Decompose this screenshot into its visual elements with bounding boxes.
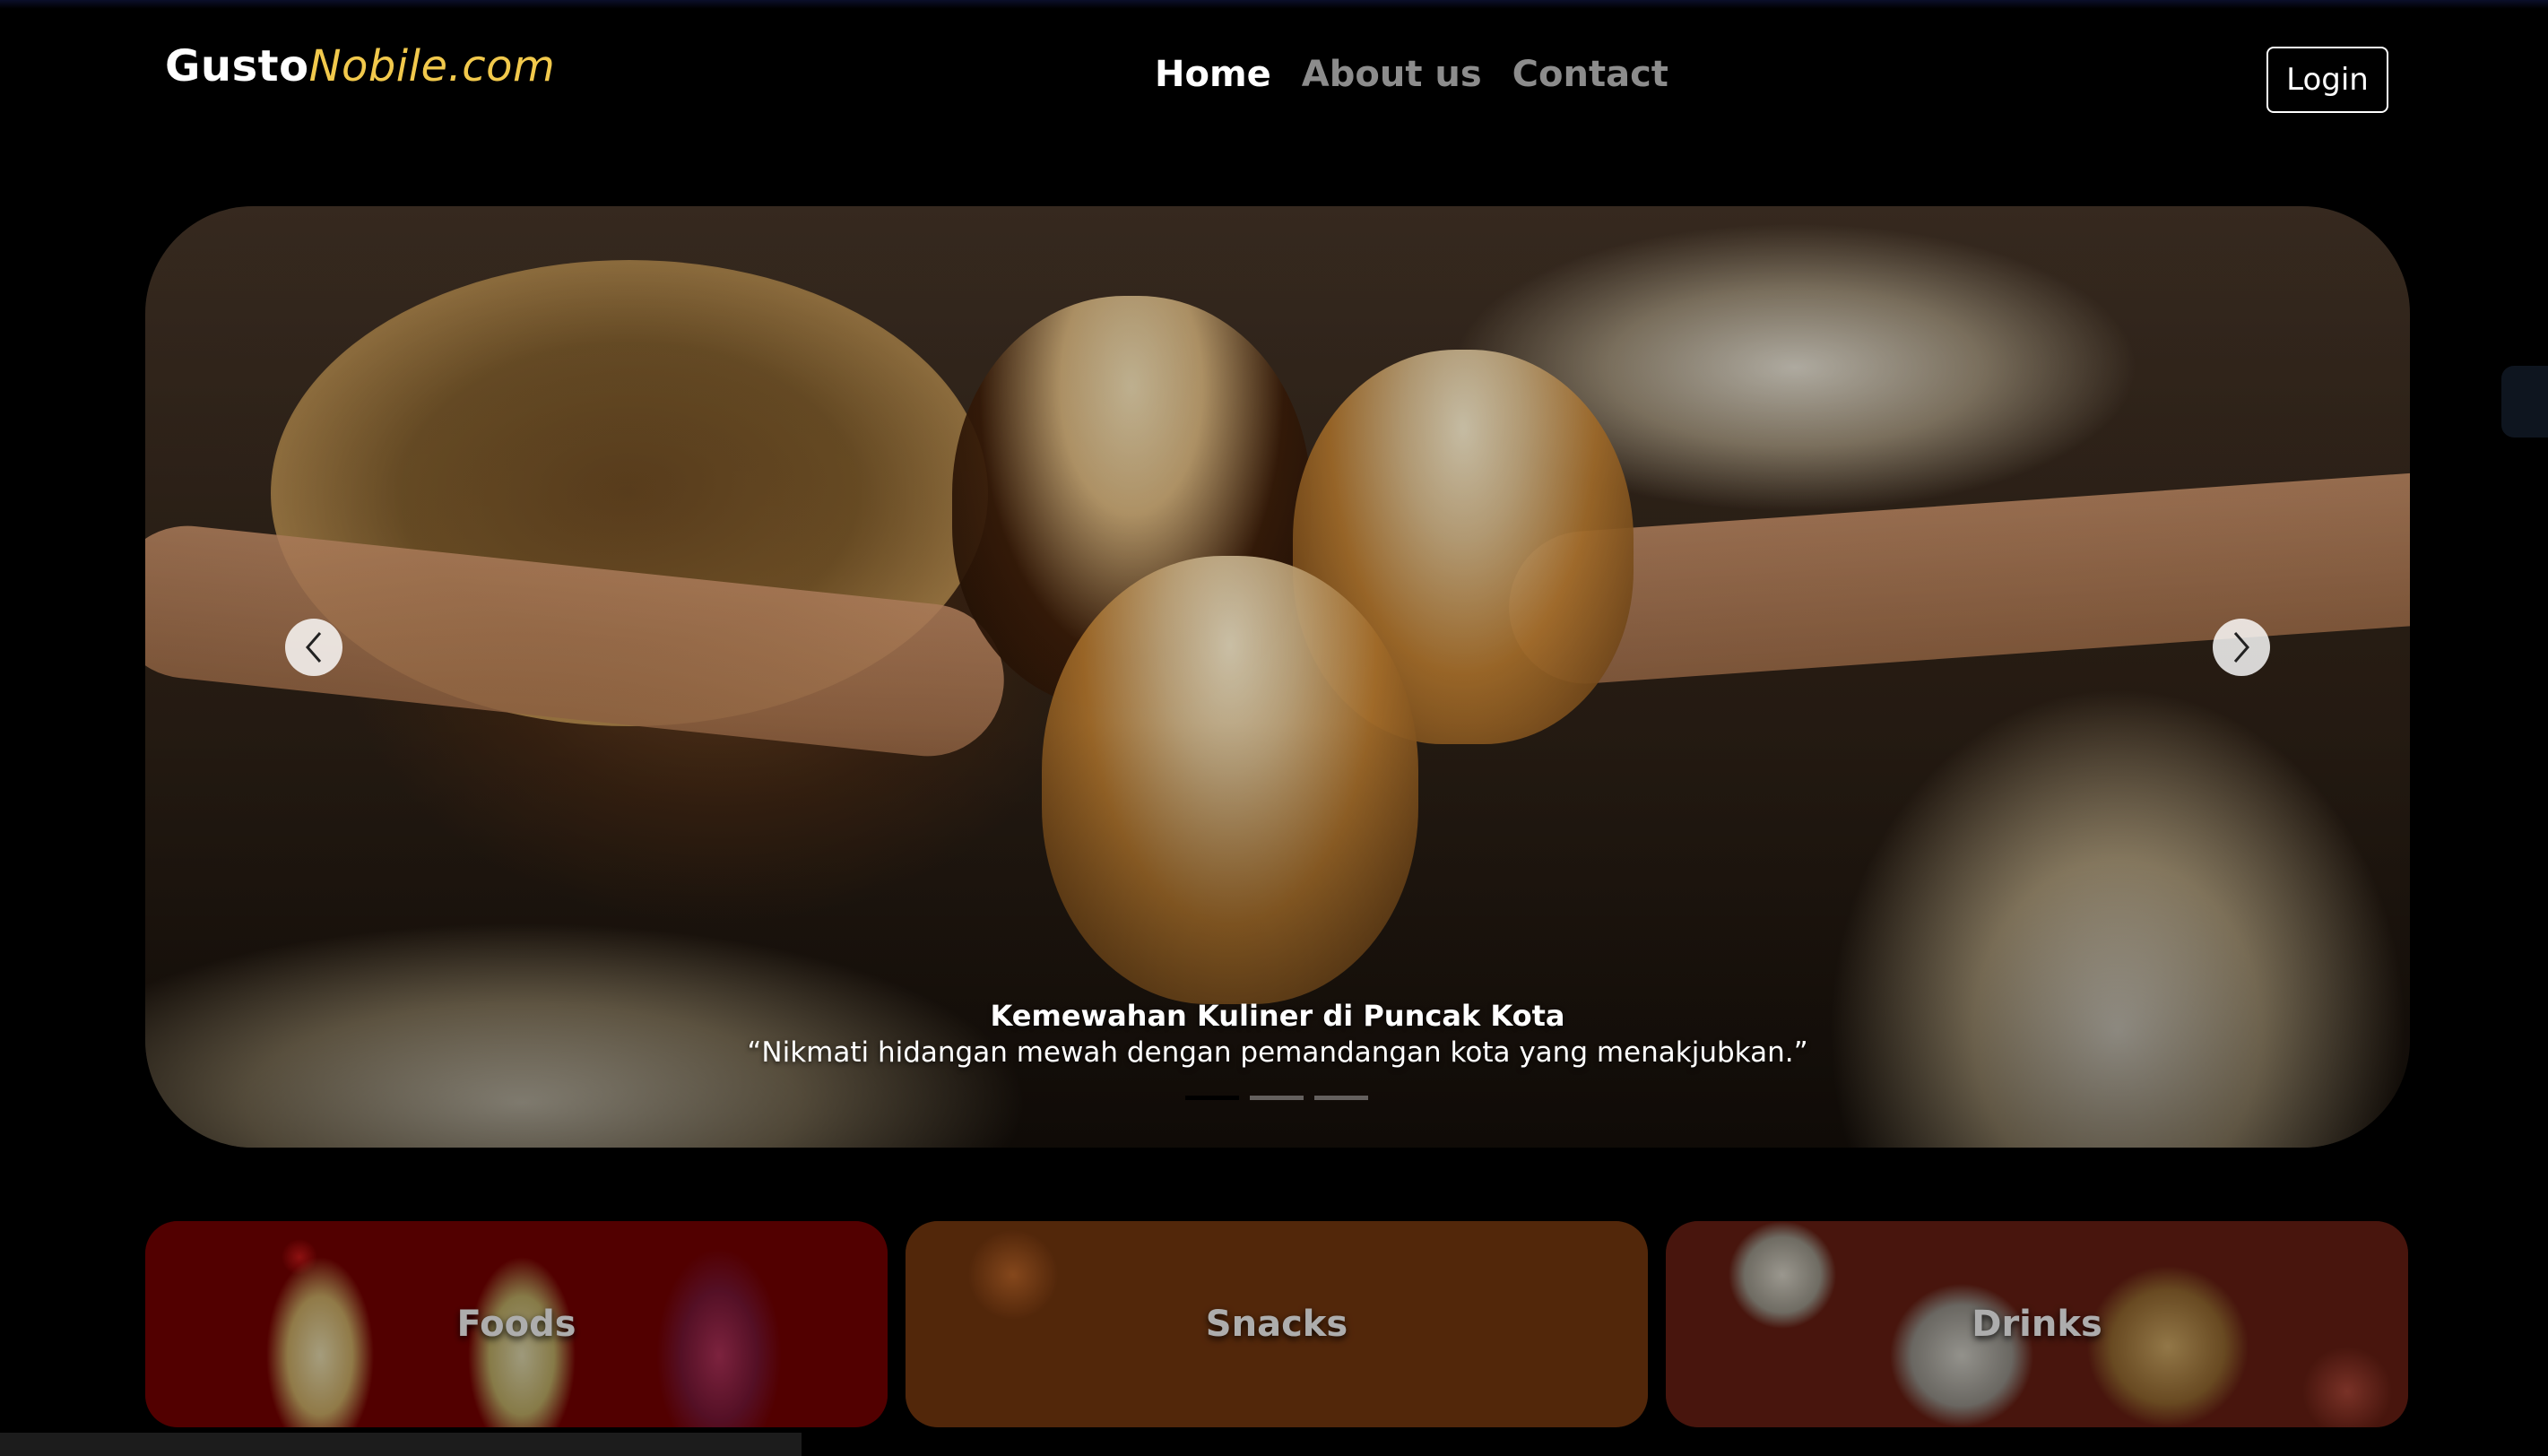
- category-card-foods[interactable]: Foods: [145, 1221, 888, 1427]
- category-card-snacks[interactable]: Snacks: [906, 1221, 1648, 1427]
- carousel-prev-button[interactable]: [285, 619, 342, 676]
- carousel-indicator-1[interactable]: [1185, 1096, 1239, 1100]
- carousel-indicator-3[interactable]: [1314, 1096, 1368, 1100]
- nav-about-link[interactable]: About us: [1302, 54, 1482, 95]
- carousel-indicators: [1185, 1096, 1368, 1100]
- carousel-caption-title: Kemewahan Kuliner di Puncak Kota: [990, 999, 1565, 1033]
- login-button[interactable]: Login: [2266, 47, 2388, 113]
- side-widget-tab[interactable]: [2501, 366, 2548, 438]
- main-nav: Home About us Contact: [1155, 54, 1668, 95]
- nav-home-link[interactable]: Home: [1155, 54, 1271, 95]
- chevron-left-icon: [306, 632, 322, 663]
- category-label: Drinks: [1972, 1304, 2102, 1345]
- carousel-next-button[interactable]: [2213, 619, 2270, 676]
- carousel-caption-quote: “Nikmati hidangan mewah dengan pemandang…: [747, 1036, 1808, 1069]
- nav-contact-link[interactable]: Contact: [1512, 54, 1668, 95]
- carousel-indicator-2[interactable]: [1250, 1096, 1304, 1100]
- bottom-status-bar: [0, 1433, 802, 1456]
- category-label: Snacks: [1205, 1304, 1348, 1345]
- hero-carousel: Kemewahan Kuliner di Puncak Kota “Nikmat…: [145, 206, 2410, 1148]
- category-label: Foods: [456, 1304, 576, 1345]
- brand-logo[interactable]: GustoNobile.com: [165, 41, 555, 91]
- brand-name-part2: Nobile.com: [308, 41, 556, 91]
- chevron-right-icon: [2233, 632, 2249, 663]
- top-edge: [0, 0, 2548, 9]
- brand-name-part1: Gusto: [165, 41, 309, 91]
- category-card-drinks[interactable]: Drinks: [1666, 1221, 2408, 1427]
